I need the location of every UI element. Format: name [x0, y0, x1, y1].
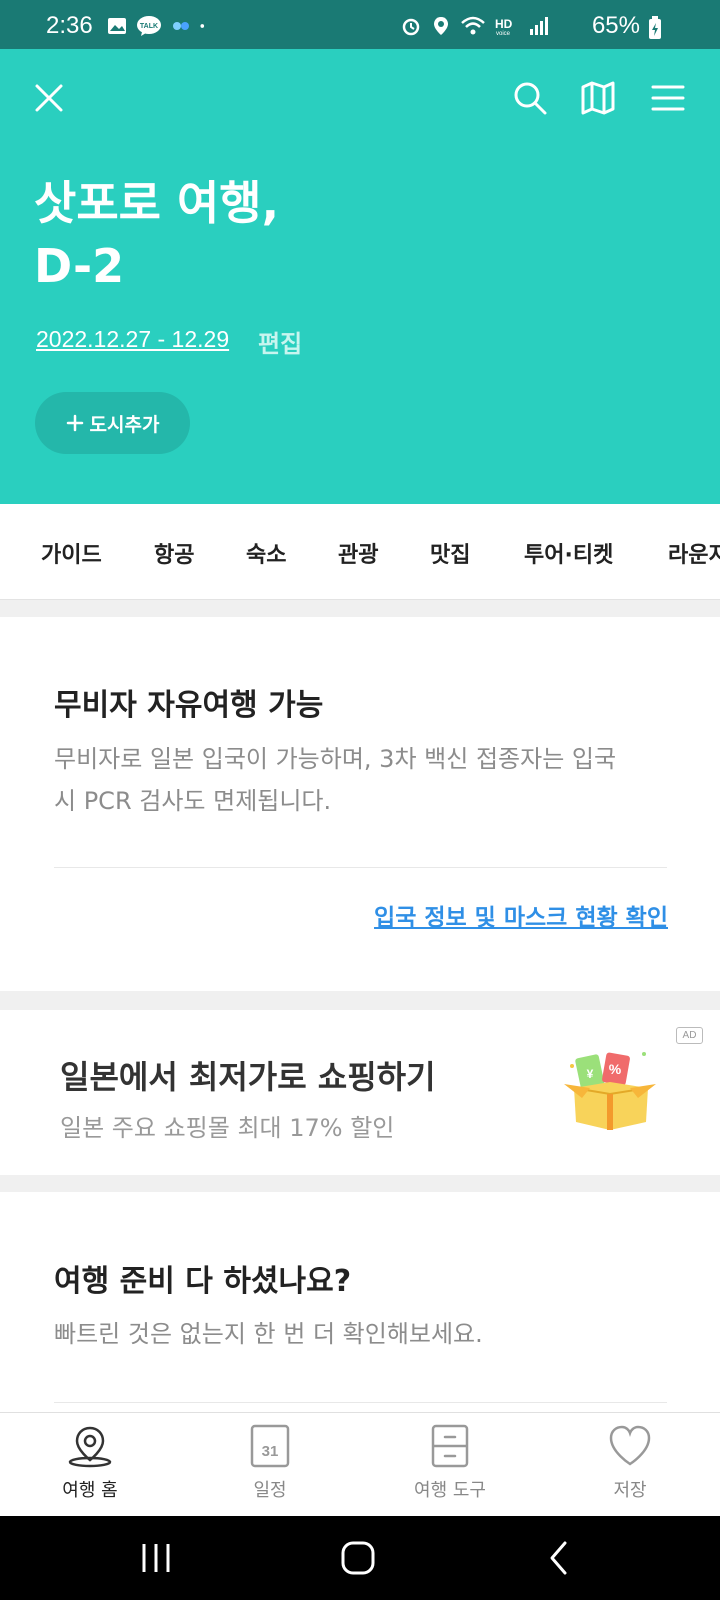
- alarm-icon: [402, 18, 420, 36]
- svg-text:HD: HD: [495, 17, 513, 31]
- trip-title-line1: 삿포로 여행,: [34, 176, 280, 230]
- section-gap: [0, 991, 720, 1010]
- tab-tours-tickets[interactable]: 투어·티켓: [524, 537, 613, 569]
- trip-countdown: D-2: [34, 239, 125, 293]
- plus-icon: [66, 414, 83, 432]
- heart-icon: [609, 1425, 651, 1466]
- gift-box-icon: % ¥: [564, 1052, 656, 1130]
- prep-title: 여행 준비 다 하셨나요?: [54, 1264, 352, 1299]
- hamburger-menu-icon: [651, 85, 685, 111]
- talk-icon: TALK: [137, 16, 161, 36]
- nav-label: 저장: [613, 1480, 647, 1501]
- trip-title: 삿포로 여행, D-2: [34, 172, 279, 298]
- prep-description: 빠트린 것은 없는지 한 번 더 확인해보세요.: [54, 1320, 483, 1348]
- add-city-button[interactable]: 도시추가: [35, 392, 190, 454]
- status-right-icons: HD voice: [400, 15, 550, 37]
- image-icon: [108, 18, 126, 34]
- search-button[interactable]: [510, 78, 550, 118]
- nav-travel-tools[interactable]: 여행 도구: [390, 1424, 510, 1502]
- ad-title[interactable]: 일본에서 최저가로 쇼핑하기: [60, 1052, 436, 1098]
- svg-text:voice: voice: [496, 31, 511, 37]
- recent-apps-icon[interactable]: [136, 1538, 176, 1578]
- entry-info-link[interactable]: 입국 정보 및 마스크 현황 확인: [374, 898, 668, 932]
- nav-schedule[interactable]: 31 일정: [210, 1424, 330, 1502]
- section-gap: [0, 1175, 720, 1192]
- location-icon: [434, 17, 448, 35]
- location-pin-icon: [68, 1426, 112, 1468]
- ad-subtitle: 일본 주요 쇼핑몰 최대 17% 할인: [60, 1114, 395, 1142]
- home-icon[interactable]: [338, 1538, 378, 1578]
- divider: [54, 1402, 667, 1403]
- edit-dates-button[interactable]: 편집: [258, 324, 302, 359]
- tab-lounge[interactable]: 라운지: [668, 537, 720, 569]
- svg-text:¥: ¥: [587, 1067, 594, 1081]
- nav-saved[interactable]: 저장: [570, 1424, 690, 1502]
- menu-button[interactable]: [648, 78, 688, 118]
- nav-trip-home[interactable]: 여행 홈: [30, 1424, 150, 1502]
- wifi-icon: [461, 16, 485, 35]
- tab-guide[interactable]: 가이드: [41, 537, 102, 569]
- toolbox-icon: [431, 1424, 469, 1468]
- status-bar: 2:36 TALK HD voice 65%: [0, 0, 720, 49]
- tab-flights[interactable]: 항공: [154, 537, 194, 569]
- svg-text:TALK: TALK: [140, 23, 158, 30]
- calendar-day: 31: [262, 1443, 279, 1460]
- status-time: 2:36: [46, 12, 93, 39]
- category-tabs: 가이드 항공 숙소 관광 맛집 투어·티켓 라운지: [0, 504, 720, 600]
- battery-icon: [649, 16, 661, 39]
- search-icon: [514, 82, 547, 115]
- status-left-icons: TALK: [106, 15, 210, 37]
- trip-prep-card: [0, 1192, 720, 1412]
- battery-percent: 65%: [591, 12, 640, 39]
- back-icon[interactable]: [540, 1538, 580, 1578]
- divider: [54, 867, 667, 868]
- notice-desc-line1: 무비자로 일본 입국이 가능하며, 3차 백신 접종자는 입국: [54, 745, 617, 773]
- ad-badge: AD: [676, 1027, 703, 1044]
- tab-accommodation[interactable]: 숙소: [246, 537, 286, 569]
- dot-icon: [200, 24, 205, 28]
- tab-sightseeing[interactable]: 관광: [338, 537, 378, 569]
- notice-title: 무비자 자유여행 가능: [54, 688, 324, 723]
- nav-label: 여행 홈: [62, 1480, 118, 1501]
- add-city-label: 도시추가: [89, 413, 160, 436]
- trip-dates[interactable]: 2022.12.27 - 12.29: [36, 326, 229, 353]
- close-button[interactable]: [29, 78, 69, 118]
- signal-icon: [530, 17, 548, 35]
- hd-voice-icon: HDvoice: [495, 17, 513, 37]
- calendar-icon: 31: [250, 1424, 290, 1468]
- tab-restaurants[interactable]: 맛집: [430, 537, 470, 569]
- nav-label: 여행 도구: [414, 1480, 486, 1501]
- section-gap: [0, 600, 720, 617]
- close-icon: [35, 84, 63, 112]
- map-button[interactable]: [578, 78, 618, 118]
- notice-description: 무비자로 일본 입국이 가능하며, 3차 백신 접종자는 입국 시 PCR 검사…: [54, 738, 674, 822]
- system-navigation-bar: [0, 1516, 720, 1600]
- nav-label: 일정: [253, 1480, 287, 1501]
- map-icon: [581, 81, 615, 115]
- notice-desc-line2: 시 PCR 검사도 면제됩니다.: [54, 787, 332, 815]
- svg-text:%: %: [609, 1061, 622, 1077]
- link-icon: [173, 22, 189, 30]
